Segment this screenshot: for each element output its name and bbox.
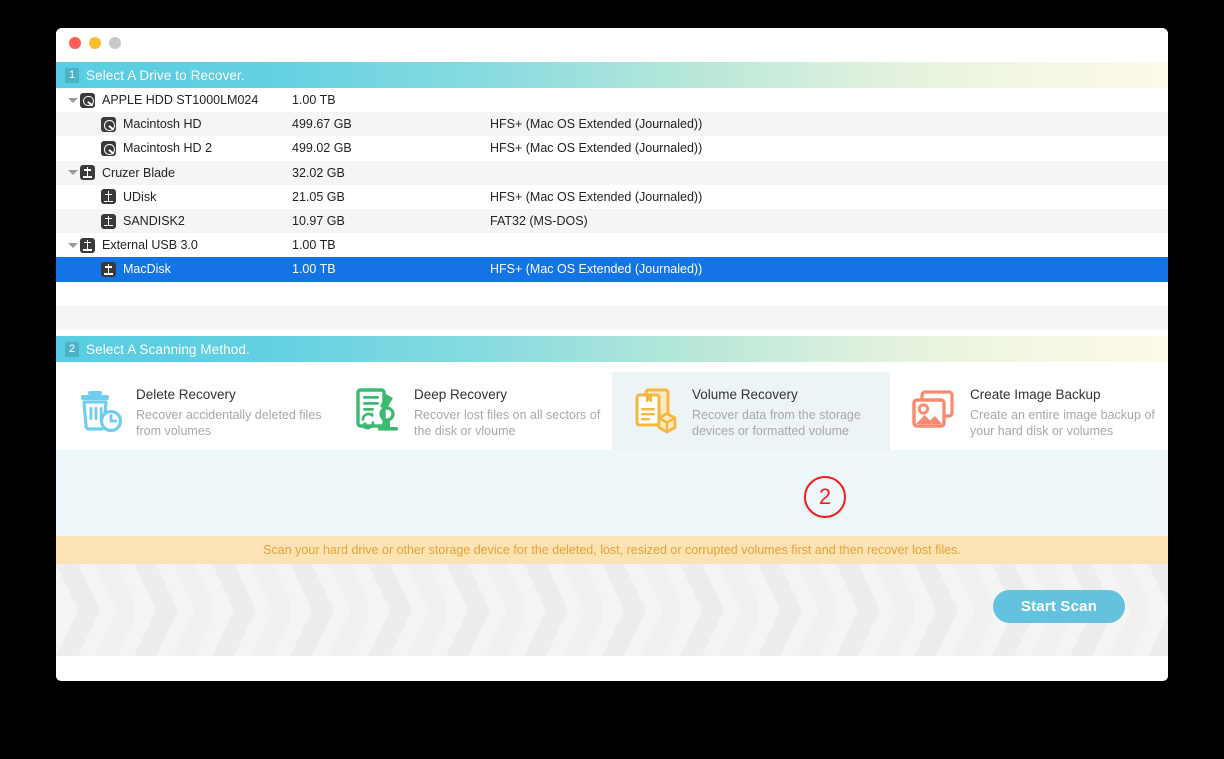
step1-header: 1 Select A Drive to Recover.: [56, 62, 1168, 88]
drive-size: 1.00 TB: [292, 262, 336, 277]
drive-name: MacDisk: [123, 262, 171, 277]
drive-size: 499.02 GB: [292, 141, 352, 156]
drive-row: [56, 305, 1168, 330]
drive-filesystem: HFS+ (Mac OS Extended (Journaled)): [490, 189, 703, 204]
drive-size: 1.00 TB: [292, 93, 336, 108]
scanning-method-volume-recovery[interactable]: Volume Recovery Recover data from the sto…: [612, 372, 890, 450]
start-scan-button[interactable]: Start Scan: [993, 590, 1125, 623]
drive-size: 32.02 GB: [292, 165, 345, 180]
method-title: Create Image Backup: [970, 387, 1101, 402]
scanning-method-deep-recovery[interactable]: Deep Recovery Recover lost files on all s…: [334, 372, 612, 450]
minimize-window-button[interactable]: [89, 37, 101, 49]
drive-row[interactable]: UDisk 21.05 GB HFS+ (Mac OS Extended (Jour…: [56, 185, 1168, 209]
window-titlebar: [56, 28, 1168, 62]
drive-name: External USB 3.0: [102, 238, 198, 253]
maximize-window-button[interactable]: [109, 37, 121, 49]
hdd-icon: [101, 140, 116, 156]
drive-list[interactable]: APPLE HDD ST1000LM024 1.00 TB Macintosh HD…: [56, 88, 1168, 336]
scanning-method-delete-recovery[interactable]: Delete Recovery Recover accidentally dele…: [56, 372, 334, 450]
step1-title: Select A Drive to Recover.: [86, 67, 245, 83]
drive-row[interactable]: Macintosh HD 499.67 GB HFS+ (Mac OS Extend…: [56, 112, 1168, 137]
drive-name: SANDISK2: [123, 214, 185, 229]
annotation-marker-2: 2: [804, 476, 846, 518]
drive-name: Macintosh HD 2: [123, 141, 212, 156]
window-footer: Start Scan: [56, 564, 1168, 656]
method-description: Create an entire image backup of your ha…: [970, 408, 1155, 438]
step1-badge: 1: [65, 67, 79, 83]
scanning-methods-row: Delete Recovery Recover accidentally dele…: [56, 362, 1168, 450]
close-window-button[interactable]: [69, 37, 81, 49]
disclosure-triangle-icon[interactable]: [66, 242, 80, 248]
step2-badge: 2: [65, 341, 79, 357]
method-description: Recover accidentally deleted files from …: [136, 408, 322, 438]
drive-name: UDisk: [123, 189, 157, 204]
traffic-light-group: [69, 37, 121, 49]
drive-row[interactable]: SANDISK2 10.97 GB FAT32 (MS-DOS): [56, 208, 1168, 234]
drive-row[interactable]: Macintosh HD 2 499.02 GB HFS+ (Mac OS Exte…: [56, 136, 1168, 160]
method-text-block: Delete Recovery Recover accidentally dele…: [136, 384, 326, 439]
methods-filler-area: [56, 450, 1168, 536]
drive-size: 1.00 TB: [292, 238, 336, 253]
drive-size: 21.05 GB: [292, 189, 345, 204]
notice-bar: Scan your hard drive or other storage de…: [56, 536, 1168, 564]
step2-title: Select A Scanning Method.: [86, 341, 250, 357]
drive-size: 499.67 GB: [292, 117, 352, 132]
drive-name: APPLE HDD ST1000LM024: [102, 93, 259, 108]
drive-size: 10.97 GB: [292, 214, 345, 229]
usb-icon: [80, 237, 95, 253]
drive-filesystem: HFS+ (Mac OS Extended (Journaled)): [490, 141, 703, 156]
usb-icon: [101, 261, 116, 277]
method-title: Deep Recovery: [414, 387, 508, 402]
step2-header: 2 Select A Scanning Method.: [56, 336, 1168, 362]
drive-row[interactable]: External USB 3.0 1.00 TB: [56, 233, 1168, 257]
method-text-block: Create Image Backup Create an entire imag…: [970, 384, 1160, 439]
scanning-method-create-image-backup[interactable]: Create Image Backup Create an entire imag…: [890, 372, 1168, 450]
usb-icon: [80, 165, 95, 181]
method-description: Recover data from the storage devices or…: [692, 408, 861, 438]
drive-row[interactable]: APPLE HDD ST1000LM024 1.00 TB: [56, 88, 1168, 112]
method-title: Delete Recovery: [136, 387, 236, 402]
drive-filesystem: HFS+ (Mac OS Extended (Journaled)): [490, 117, 703, 132]
trash-clock-icon: [76, 386, 124, 434]
method-description: Recover lost files on all sectors of the…: [414, 408, 601, 438]
disclosure-triangle-icon[interactable]: [66, 170, 80, 176]
photo-stack-icon: [910, 386, 958, 434]
drive-row[interactable]: MacDisk 1.00 TB HFS+ (Mac OS Extended (Jou…: [56, 257, 1168, 282]
usb-icon: [101, 189, 116, 205]
drive-row: [56, 282, 1168, 306]
drive-name: Macintosh HD: [123, 117, 202, 132]
method-title: Volume Recovery: [692, 387, 798, 402]
application-window: 1 Select A Drive to Recover. APPLE HDD S…: [56, 28, 1168, 681]
documents-box-icon: [632, 386, 680, 434]
drive-filesystem: FAT32 (MS-DOS): [490, 214, 588, 229]
method-text-block: Volume Recovery Recover data from the sto…: [692, 384, 882, 439]
drive-filesystem: HFS+ (Mac OS Extended (Journaled)): [490, 262, 703, 277]
scanning-methods-section: Delete Recovery Recover accidentally dele…: [56, 362, 1168, 536]
hdd-icon: [80, 92, 95, 108]
notice-text: Scan your hard drive or other storage de…: [263, 543, 961, 557]
disclosure-triangle-icon[interactable]: [66, 97, 80, 103]
drive-name: Cruzer Blade: [102, 165, 175, 180]
usb-icon: [101, 213, 116, 229]
hdd-icon: [101, 116, 116, 132]
drive-row[interactable]: Cruzer Blade 32.02 GB: [56, 160, 1168, 185]
method-text-block: Deep Recovery Recover lost files on all s…: [414, 384, 604, 439]
microscope-document-icon: [354, 386, 402, 434]
